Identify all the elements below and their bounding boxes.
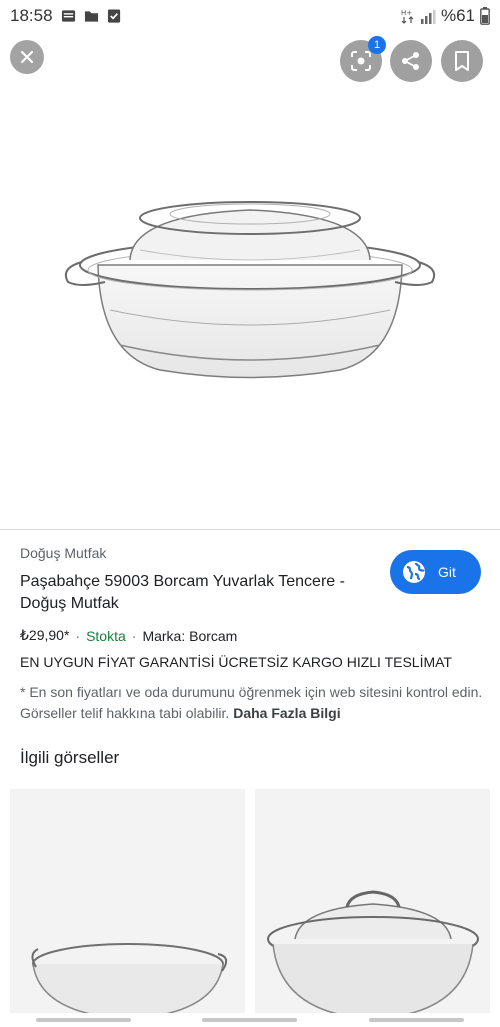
nav-handle[interactable] xyxy=(202,1018,298,1022)
save-button[interactable] xyxy=(441,40,483,82)
bookmark-icon xyxy=(455,51,469,71)
battery-level: %61 xyxy=(440,6,475,25)
status-bar: 18:58 H+ %61 xyxy=(0,0,500,32)
nav-handle[interactable] xyxy=(35,1018,131,1022)
image-viewer-toolbar: 1 xyxy=(0,36,500,82)
news-icon xyxy=(61,10,75,22)
battery-icon xyxy=(480,7,490,25)
close-icon xyxy=(20,50,34,64)
check-box-icon xyxy=(107,9,120,23)
separator: · xyxy=(131,627,137,644)
divider xyxy=(0,529,500,530)
related-image-2[interactable] xyxy=(255,789,490,1019)
related-images-title: İlgili görseller xyxy=(20,748,120,767)
product-meta: ₺29,90* · Stokta · Marka: Borcam xyxy=(20,627,490,644)
globe-icon xyxy=(403,561,425,583)
related-image-1[interactable] xyxy=(10,789,245,1019)
share-icon xyxy=(402,52,419,70)
separator: · xyxy=(75,627,81,644)
glass-pot-image xyxy=(255,789,490,1019)
more-info-link[interactable]: Daha Fazla Bilgi xyxy=(233,705,340,721)
signal-icon xyxy=(420,9,436,24)
disclaimer: * En son fiyatları ve oda durumunu öğren… xyxy=(20,682,490,724)
visit-button[interactable]: Git xyxy=(390,550,481,594)
product-title[interactable]: Paşabahçe 59003 Borcam Yuvarlak Tencere … xyxy=(20,571,380,615)
glass-dish-image xyxy=(10,789,245,1019)
svg-text:H+: H+ xyxy=(401,9,412,17)
lens-icon xyxy=(351,51,371,71)
data-arrows-icon: H+ xyxy=(401,9,414,24)
close-button[interactable] xyxy=(10,40,44,74)
status-time: 18:58 xyxy=(10,6,53,25)
visit-button-label: Git xyxy=(438,564,456,580)
glass-casserole-image xyxy=(64,201,436,379)
promo-text: EN UYGUN FİYAT GARANTİSİ ÜCRETSİZ KARGO … xyxy=(20,654,452,670)
price: ₺29,90* xyxy=(20,627,70,643)
stock-status: Stokta xyxy=(86,627,126,644)
lens-badge: 1 xyxy=(368,36,386,54)
share-button[interactable] xyxy=(390,40,432,82)
folder-icon xyxy=(84,11,98,22)
brand: Marka: Borcam xyxy=(142,627,238,644)
lens-button[interactable]: 1 xyxy=(340,36,386,82)
product-image[interactable] xyxy=(0,90,500,510)
nav-handle[interactable] xyxy=(369,1018,465,1022)
navigation-bar xyxy=(0,1013,500,1027)
